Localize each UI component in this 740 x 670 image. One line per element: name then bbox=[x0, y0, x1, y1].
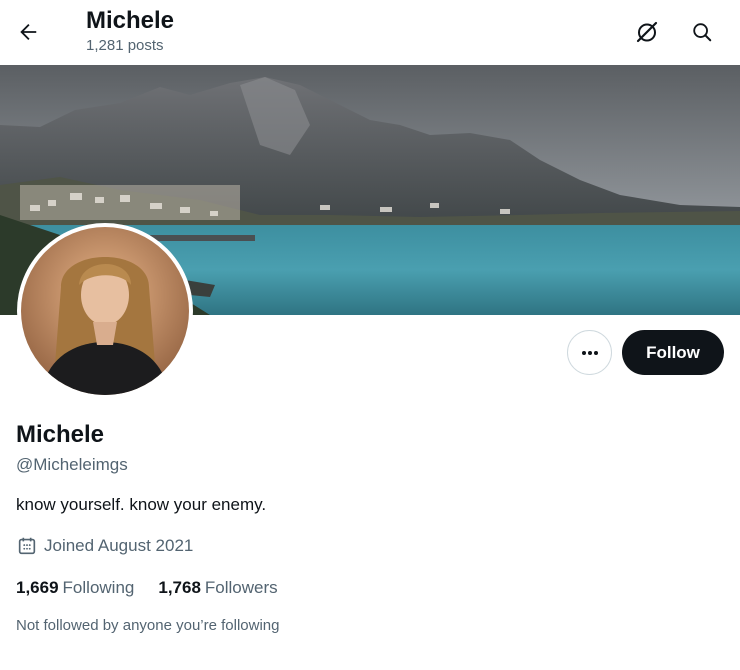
joined-date: Joined August 2021 bbox=[16, 535, 193, 557]
profile-name: Michele bbox=[16, 421, 105, 448]
header-title-group: Michele 1,281 posts bbox=[86, 6, 174, 56]
back-button[interactable] bbox=[10, 14, 46, 50]
following-count: 1,669 bbox=[16, 578, 59, 597]
grok-icon bbox=[636, 21, 658, 43]
follow-stats: 1,669 Following 1,768 Followers bbox=[16, 577, 302, 599]
post-count: 1,281 posts bbox=[86, 37, 164, 54]
arrow-left-icon bbox=[20, 24, 37, 40]
profile-handle: @Micheleimgs bbox=[16, 455, 128, 474]
search-button[interactable] bbox=[684, 14, 720, 50]
more-dots-icon bbox=[581, 350, 598, 355]
following-link[interactable]: 1,669 Following bbox=[16, 577, 134, 599]
following-label: Following bbox=[62, 578, 135, 597]
header-title: Michele bbox=[86, 7, 175, 34]
search-icon bbox=[693, 23, 712, 42]
top-bar: Michele 1,281 posts bbox=[0, 0, 740, 65]
not-followed-note: Not followed by anyone you’re following bbox=[16, 617, 280, 634]
followers-count: 1,768 bbox=[158, 578, 201, 597]
more-options-button[interactable] bbox=[567, 330, 612, 375]
avatar-image bbox=[21, 227, 189, 395]
followers-link[interactable]: 1,768 Followers bbox=[158, 577, 277, 599]
grok-button[interactable] bbox=[629, 14, 665, 50]
calendar-icon bbox=[16, 535, 38, 557]
followers-label: Followers bbox=[204, 578, 278, 597]
follow-button[interactable]: Follow bbox=[622, 330, 724, 375]
joined-text: Joined August 2021 bbox=[44, 536, 194, 555]
profile-bio: know yourself. know your enemy. bbox=[16, 495, 267, 514]
avatar[interactable] bbox=[17, 223, 193, 399]
